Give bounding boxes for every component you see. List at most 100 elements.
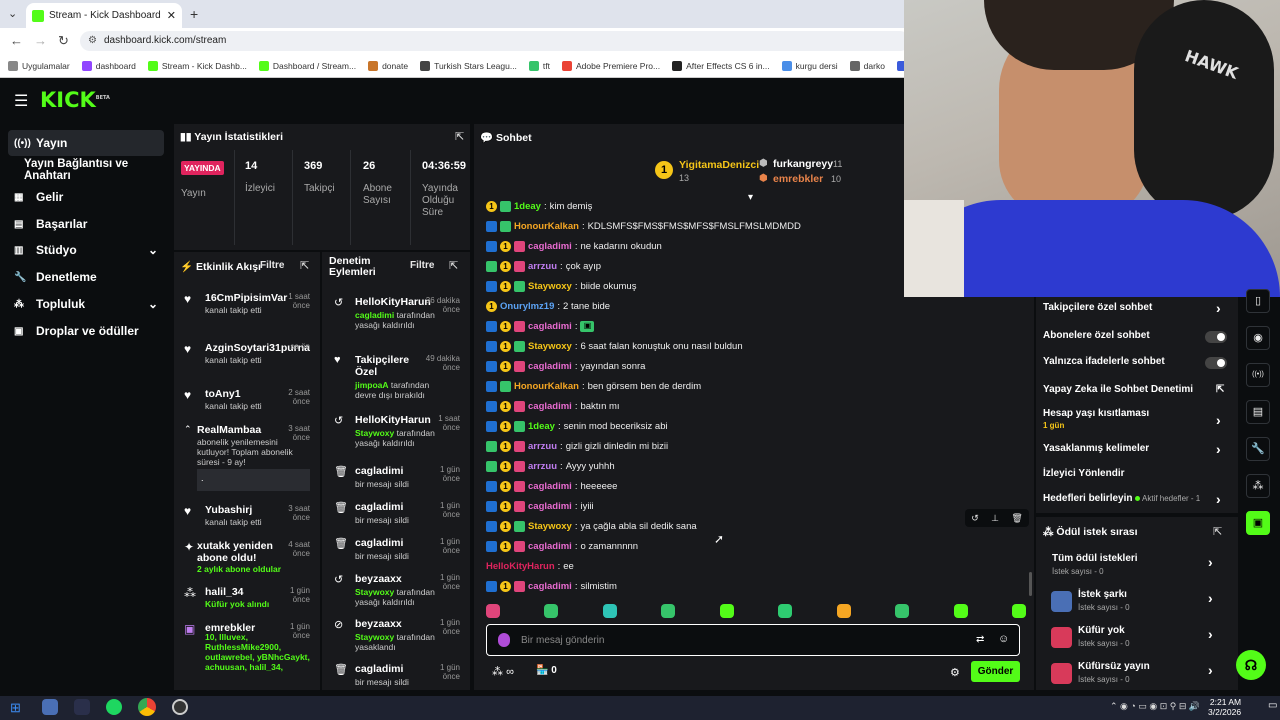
chat-username[interactable]: HonourKalkan <box>514 221 579 232</box>
moderation-target[interactable]: beyzaaxx <box>355 618 419 630</box>
clock[interactable]: 2:21 AM 3/2/2026 <box>1208 697 1241 717</box>
moderation-target[interactable]: beyzaaxx <box>355 573 419 585</box>
chat-setting-1-label[interactable]: Abonelere özel sohbet <box>1043 330 1150 341</box>
chat-message[interactable]: 1 Staywoxy:6 saat falan konuştuk onu nası… <box>486 339 743 353</box>
chat-message[interactable]: 1 cagladimi: iyiii <box>486 499 594 513</box>
bookmark-item[interactable]: tft <box>528 60 550 71</box>
chat-username[interactable]: cagladimi <box>528 481 572 492</box>
gift-icon[interactable]: ▣ <box>1246 511 1270 535</box>
chat-username[interactable]: arrzuu <box>528 261 557 272</box>
chat-message[interactable]: 1 cagladimi: o zamannnnn <box>486 539 638 553</box>
emote-icon[interactable] <box>661 604 676 618</box>
chat-username[interactable]: HonourKalkan <box>514 381 579 392</box>
emote-icon[interactable] <box>486 604 500 618</box>
chat-message[interactable]: 1 cagladimi: baktın mı <box>486 399 620 413</box>
chat-username[interactable]: arrzuu <box>528 461 557 472</box>
close-tab-icon[interactable]: ✕ <box>167 9 176 22</box>
emote-icon[interactable] <box>953 604 968 618</box>
chrome-icon[interactable] <box>138 698 156 716</box>
pin-toggle-icon[interactable]: ▾ <box>748 192 753 203</box>
chat-setting-3-label[interactable]: Yapay Zeka ile Sohbet Denetimi <box>1043 384 1193 395</box>
moderation-target[interactable]: cagladimi <box>355 537 419 549</box>
chat-message[interactable]: 1 cagladimi: ▣ <box>486 319 595 333</box>
chat-username[interactable]: cagladimi <box>528 321 572 332</box>
moderation-target[interactable]: HelloKityHarun <box>355 414 431 426</box>
chat-message[interactable]: 1 arrzuu: çok ayıp <box>486 259 601 273</box>
moderation-filter-button[interactable]: Filtre <box>410 260 434 271</box>
bookmark-item[interactable]: Turkish Stars Leagu... <box>420 60 517 71</box>
moderation-actor[interactable]: cagladimi <box>355 310 394 320</box>
sidebar-item[interactable]: ▦ Gelir <box>8 184 164 210</box>
translate-icon[interactable]: ⇄ <box>976 634 984 645</box>
emote-icon[interactable] <box>836 604 851 618</box>
moderation-actor[interactable]: Staywoxy <box>355 632 394 642</box>
reload-icon[interactable]: ↻ <box>58 33 69 49</box>
chat-message[interactable]: 1 Staywoxy: biide okumuş <box>486 279 636 293</box>
top-gifter-1-name[interactable]: YigitamaDenizci <box>679 159 759 171</box>
sidebar-item[interactable]: 🔧 Denetleme <box>8 264 164 290</box>
points-icon[interactable]: ⁂ <box>1246 474 1270 498</box>
browser-tab[interactable]: Stream - Kick Dashboard ✕ <box>26 3 182 28</box>
sidebar-item[interactable]: ▣ Droplar ve ödüller <box>8 318 164 344</box>
chat-setting-4-label[interactable]: Hesap yaşı kısıtlaması <box>1043 408 1149 419</box>
chat-message[interactable]: 1 cagladimi: ne kadarını okudun <box>486 239 662 253</box>
menu-icon[interactable]: ☰ <box>14 91 28 111</box>
rewards-popout-icon[interactable]: ⇱ <box>1213 525 1222 538</box>
setting-toggle[interactable] <box>1205 357 1227 369</box>
send-button[interactable]: Gönder <box>971 661 1020 682</box>
emote-icon[interactable] <box>1011 604 1026 618</box>
chat-username[interactable]: cagladimi <box>528 501 572 512</box>
sidebar-item[interactable]: ((•)) Yayın <box>8 130 164 156</box>
sidebar-item[interactable]: Yayın Bağlantısı ve Anahtarı <box>8 157 164 183</box>
chevron-right-icon[interactable]: › <box>1216 300 1221 316</box>
chat-username[interactable]: cagladimi <box>528 361 572 372</box>
moderation-actor[interactable]: Staywoxy <box>355 428 394 438</box>
bookmark-item[interactable]: kurgu dersi <box>781 60 838 71</box>
chevron-down-icon[interactable]: ⌄ <box>148 243 158 257</box>
chat-message[interactable]: 1 Onurylmz19:2 tane bide <box>486 299 610 313</box>
chat-username[interactable]: cagladimi <box>528 401 572 412</box>
chat-username[interactable]: arrzuu <box>528 441 557 452</box>
delete-icon[interactable]: 🗑 <box>1011 513 1022 524</box>
taskbar-app-1-icon[interactable] <box>42 699 58 715</box>
activity-popout-icon[interactable]: ⇱ <box>300 259 309 272</box>
chat-message[interactable]: HonourKalkan: ben görsem ben de derdim <box>486 379 701 393</box>
emote-icon[interactable] <box>544 604 559 618</box>
moderation-target[interactable]: cagladimi <box>355 501 419 513</box>
chat-username[interactable]: Staywoxy <box>528 521 572 532</box>
chevron-right-icon[interactable]: › <box>1208 662 1213 678</box>
chevron-right-icon[interactable]: › <box>1208 626 1213 642</box>
popout-icon[interactable]: ⇱ <box>455 130 464 143</box>
activity-filter-button[interactable]: Filtre <box>260 260 284 271</box>
back-icon[interactable]: ← <box>10 33 23 48</box>
bookmark-item[interactable]: dashboard <box>81 60 136 71</box>
chat-bubble-icon[interactable]: ◉ <box>1246 326 1270 350</box>
chat-message[interactable]: HelloKityHarun: ee <box>486 559 574 573</box>
chat-message[interactable]: 1 cagladimi: silmistim <box>486 579 617 593</box>
moderation-target[interactable]: cagladimi <box>355 465 419 477</box>
top-gifter-3-name[interactable]: emrebkler <box>773 173 823 185</box>
chat-settings-icon[interactable]: ⚙ <box>950 666 960 679</box>
chat-username[interactable]: 1deay <box>528 421 555 432</box>
chat-username[interactable]: Staywoxy <box>528 281 572 292</box>
chat-setting-5-label[interactable]: Yasaklanmış kelimeler <box>1043 443 1149 454</box>
doc-icon[interactable]: ▯ <box>1246 289 1270 313</box>
chat-message[interactable]: 1 Staywoxy: ya çağla abla sil dedik sana <box>486 519 697 533</box>
tab-list-icon[interactable]: ⌄ <box>8 7 17 20</box>
kick-logo[interactable]: KICKBETA <box>40 88 110 112</box>
reward-label[interactable]: İstek şarkı <box>1078 589 1127 600</box>
bookmark-item[interactable]: darko <box>849 60 885 71</box>
microphone-icon[interactable] <box>498 633 510 647</box>
chevron-down-icon[interactable]: ⌄ <box>148 297 158 311</box>
windows-start-icon[interactable]: ⊞ <box>10 700 21 716</box>
pin-icon[interactable]: ⊥ <box>991 513 999 524</box>
external-link-icon[interactable]: ⇱ <box>1216 384 1224 395</box>
bookmark-item[interactable]: Dashboard / Stream... <box>258 60 356 71</box>
top-gifter-2-name[interactable]: furkangreyy <box>773 158 833 170</box>
reward-label[interactable]: Küfürsüz yayın <box>1078 661 1150 672</box>
chat-scrollbar[interactable] <box>1029 572 1032 596</box>
chat-username[interactable]: Onurylmz19 <box>500 301 554 312</box>
obs-icon[interactable] <box>172 699 188 715</box>
notification-icon[interactable]: ▭ <box>1268 700 1277 711</box>
chat-setting-2-label[interactable]: Yalnızca ifadelerle sohbet <box>1043 356 1165 367</box>
